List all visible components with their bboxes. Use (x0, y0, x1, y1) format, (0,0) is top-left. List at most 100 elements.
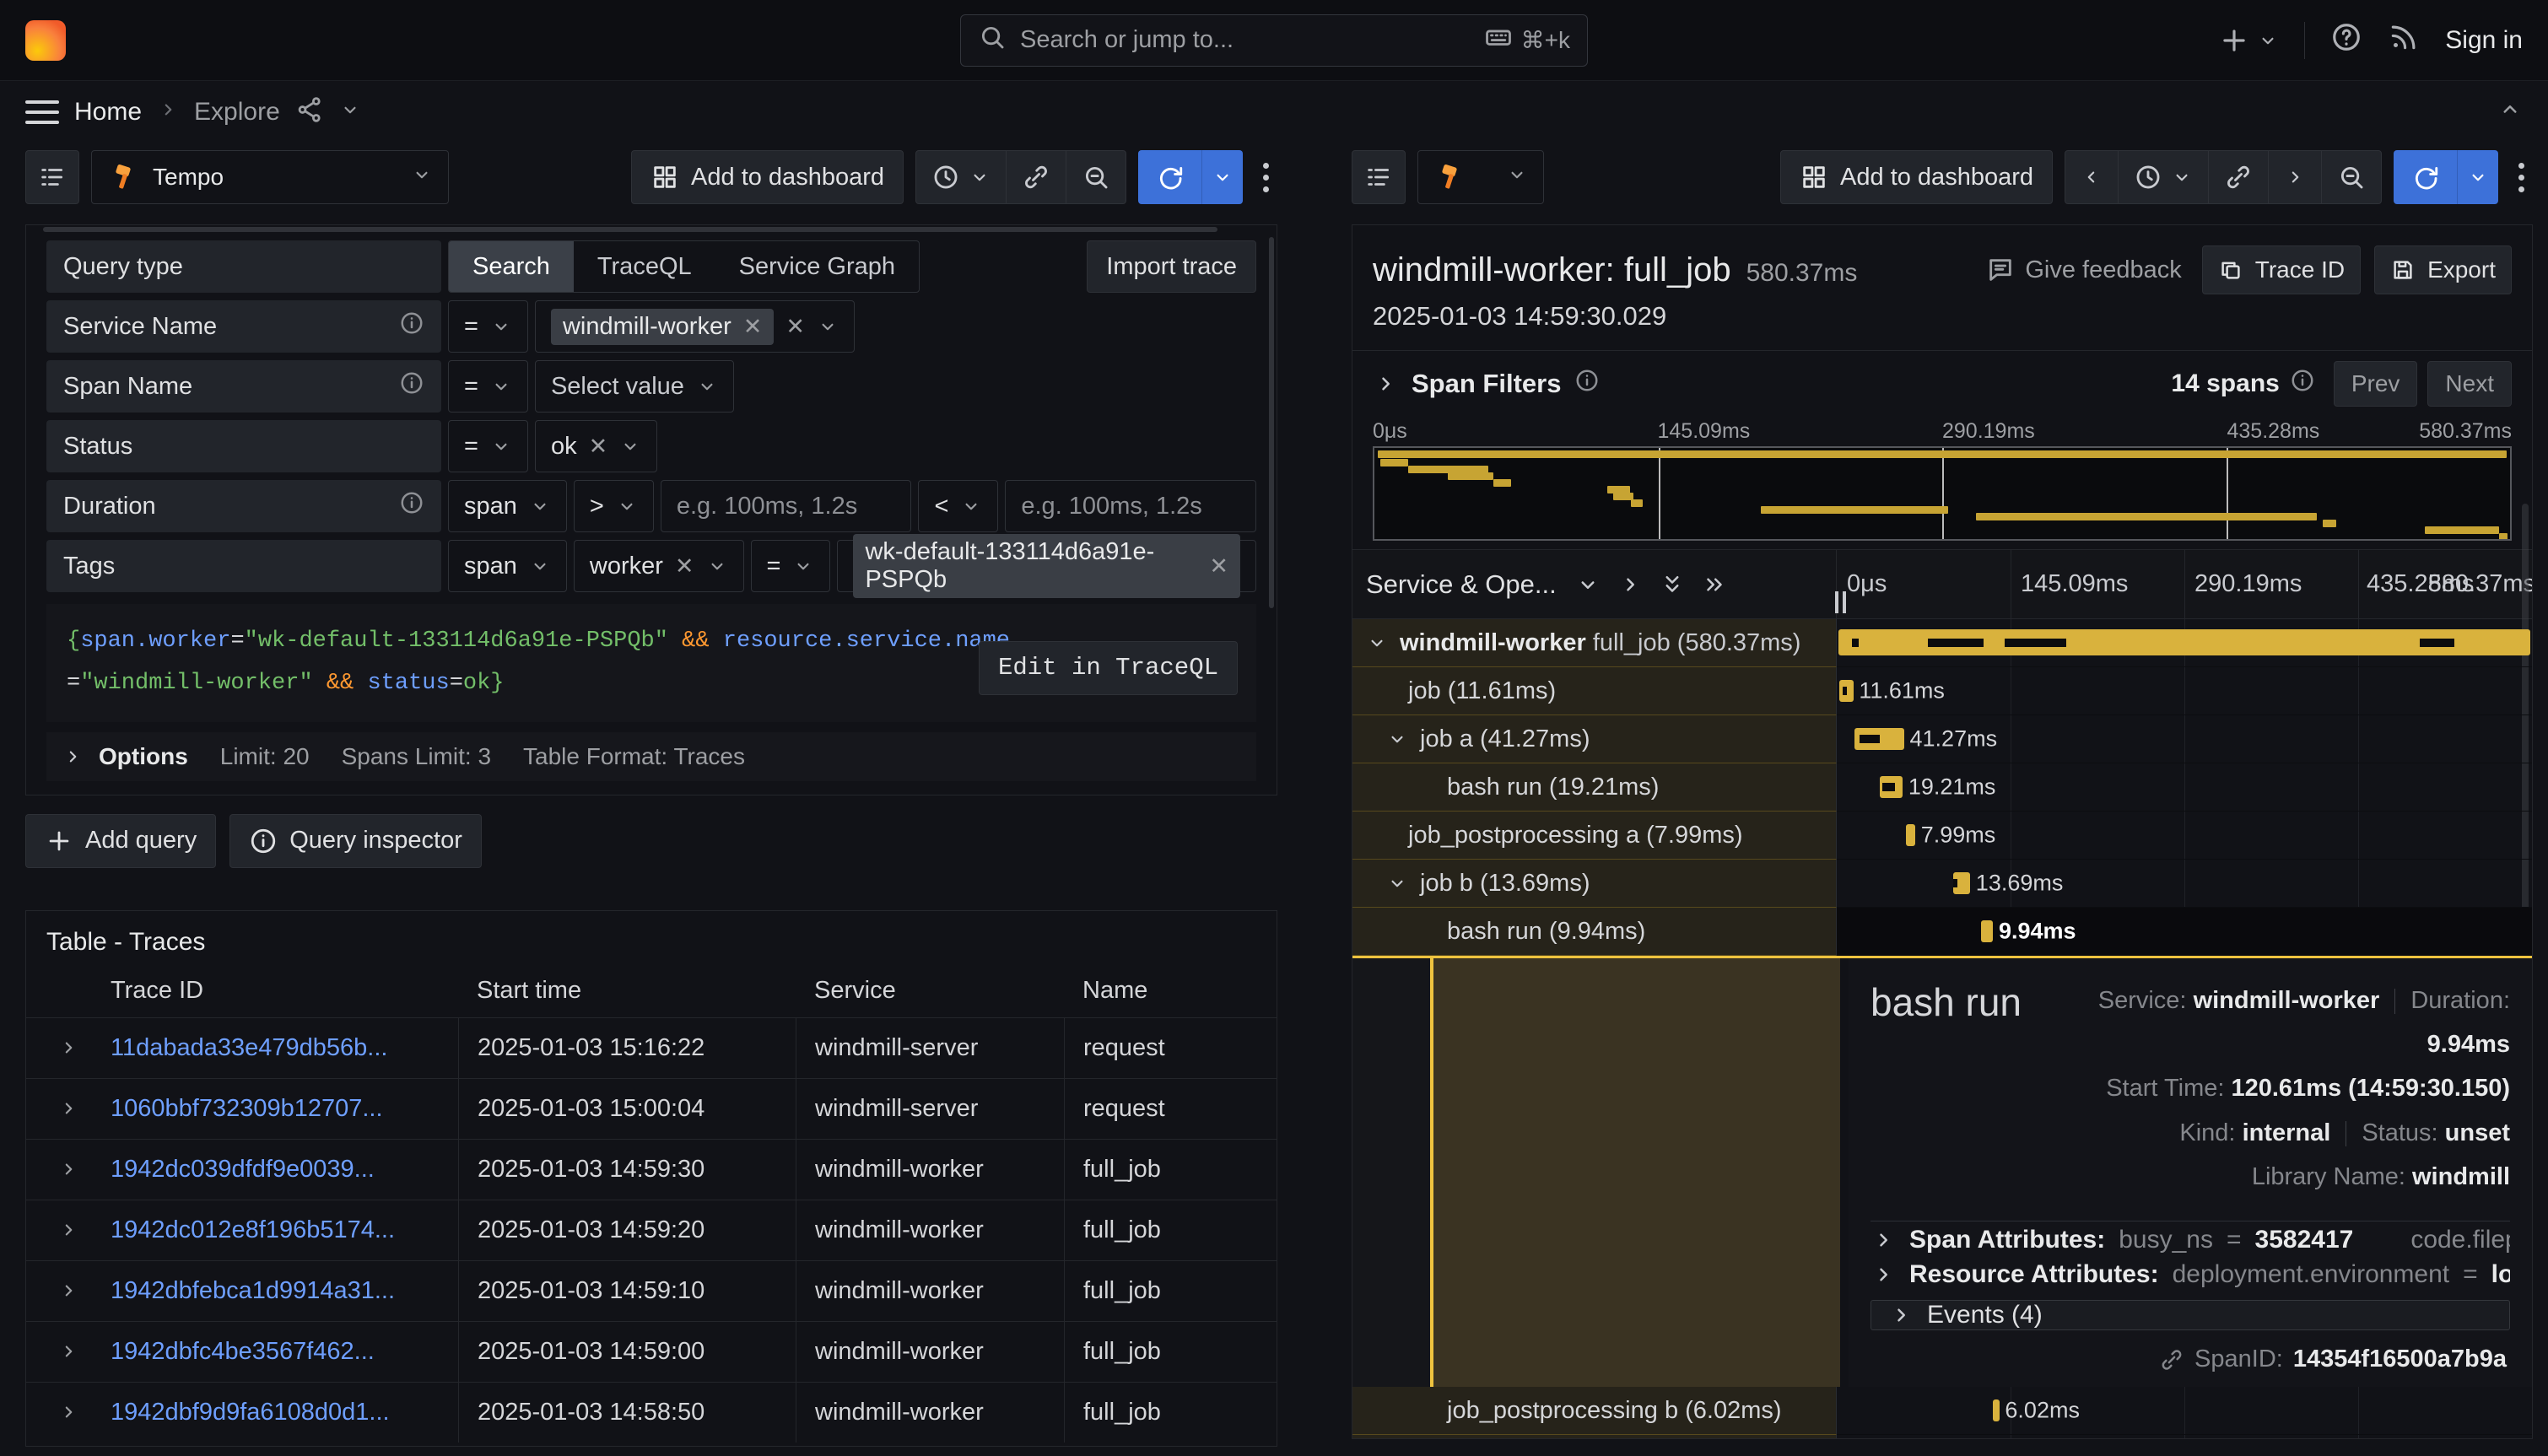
collapse-all-icon[interactable] (1660, 572, 1685, 597)
span-bar[interactable] (1906, 824, 1916, 846)
span-name-value-select[interactable]: Select value (535, 360, 734, 413)
tab-search[interactable]: Search (449, 241, 574, 292)
span-row-job-a[interactable]: job a (41.27ms) 41.27ms (1352, 715, 2532, 763)
remove-icon[interactable]: ✕ (589, 434, 608, 460)
trace-id-link[interactable]: 1942dc039dfdf9e0039... (111, 1156, 375, 1183)
chevron-down-icon[interactable] (1386, 728, 1408, 750)
status-op-select[interactable]: = (448, 420, 528, 472)
col-trace-id[interactable]: Trace ID (111, 977, 458, 1005)
table-row[interactable]: 11dabada33e479db56b... 2025-01-03 15:16:… (26, 1017, 1277, 1078)
minimap-canvas[interactable] (1373, 446, 2512, 541)
service-name-chip[interactable]: windmill-worker✕ (551, 309, 774, 345)
table-row[interactable]: 1942dbf9d9fa6108d0d1... 2025-01-03 14:58… (26, 1382, 1277, 1443)
duration-gt-select[interactable]: > (574, 480, 654, 532)
col-start-time[interactable]: Start time (458, 977, 796, 1005)
time-picker-button[interactable] (916, 151, 1006, 203)
add-query-button[interactable]: Add query (25, 814, 216, 868)
run-query-button[interactable] (1138, 150, 1243, 204)
events-row[interactable]: Events (4) (1871, 1300, 2510, 1330)
horizontal-scrollbar[interactable] (43, 227, 1217, 232)
sign-in-link[interactable]: Sign in (2445, 26, 2523, 55)
share-icon[interactable] (295, 95, 324, 130)
service-operation-label[interactable]: Service & Ope... (1366, 569, 1557, 600)
datasource-picker[interactable] (1417, 150, 1544, 204)
span-bar[interactable] (1953, 872, 1970, 894)
options-row[interactable]: Options Limit: 20 Spans Limit: 3 Table F… (46, 732, 1256, 781)
news-icon[interactable] (2388, 21, 2420, 59)
zoom-out-button[interactable] (2321, 151, 2381, 203)
search-input[interactable]: Search or jump to... ⌘+k (960, 14, 1588, 67)
span-row-job-c[interactable]: job c (286.87ms) 286.87ms (1352, 1435, 2532, 1439)
duration-max-input[interactable]: e.g. 100ms, 1.2s (1005, 480, 1256, 532)
time-forward-button[interactable] (2268, 151, 2321, 203)
refresh-interval-dropdown[interactable] (1202, 150, 1243, 204)
table-row[interactable]: 1942dc012e8f196b5174... 2025-01-03 14:59… (26, 1200, 1277, 1260)
trace-id-link[interactable]: 1942dbfebca1d9914a31... (111, 1277, 395, 1304)
chevron-right-icon[interactable] (1373, 371, 1398, 396)
more-options-icon[interactable] (1255, 163, 1277, 192)
tab-service-graph[interactable]: Service Graph (715, 241, 919, 292)
give-feedback-link[interactable]: Give feedback (1986, 256, 2181, 284)
tags-scope-select[interactable]: span (448, 540, 567, 592)
expand-row-icon[interactable] (26, 1219, 111, 1241)
span-bar[interactable] (1838, 629, 2531, 655)
tags-key-select[interactable]: worker✕ (574, 540, 744, 592)
new-button[interactable] (2218, 24, 2279, 57)
duration-min-input[interactable]: e.g. 100ms, 1.2s (661, 480, 912, 532)
more-options-icon[interactable] (2510, 163, 2533, 192)
span-bar[interactable] (1981, 920, 1993, 942)
span-row-job-b[interactable]: job b (13.69ms) 13.69ms (1352, 860, 2532, 908)
refresh-interval-dropdown[interactable] (2458, 150, 2498, 204)
service-name-value-select[interactable]: windmill-worker✕ ✕ (535, 300, 855, 353)
span-name-op-select[interactable]: = (448, 360, 528, 413)
table-row[interactable]: 1060bbf732309b12707... 2025-01-03 15:00:… (26, 1078, 1277, 1139)
span-id-value[interactable]: 14354f16500a7b9a (2293, 1345, 2507, 1373)
expand-row-icon[interactable] (26, 1158, 111, 1180)
time-picker-button[interactable] (2118, 151, 2208, 203)
clear-icon[interactable]: ✕ (785, 314, 805, 340)
expand-row-icon[interactable] (26, 1401, 111, 1423)
remove-icon[interactable]: ✕ (675, 553, 694, 580)
datasource-picker[interactable]: Tempo (91, 150, 449, 204)
tags-value-chip[interactable]: wk-default-133114d6a91e-PSPQb✕ (853, 534, 1240, 598)
duration-scope-select[interactable]: span (448, 480, 567, 532)
trace-id-link[interactable]: 1942dbfc4be3567f462... (111, 1338, 375, 1365)
col-name[interactable]: Name (1064, 977, 1277, 1005)
import-trace-button[interactable]: Import trace (1087, 240, 1256, 293)
span-bar[interactable] (1854, 728, 1904, 750)
remove-icon[interactable]: ✕ (1209, 553, 1228, 580)
chevron-right-icon[interactable] (1617, 572, 1643, 597)
help-icon[interactable] (2330, 21, 2362, 59)
span-row-full-job[interactable]: windmill-worker full_job (580.37ms) (1352, 619, 2532, 667)
span-row-bash-run-a[interactable]: bash run (19.21ms) 19.21ms (1352, 763, 2532, 812)
outline-button[interactable] (1352, 150, 1406, 204)
zoom-out-button[interactable] (1066, 151, 1126, 203)
trace-id-link[interactable]: 1060bbf732309b12707... (111, 1095, 383, 1122)
span-attributes-row[interactable]: Span Attributes: busy_ns = 3582417 code.… (1871, 1223, 2510, 1258)
add-to-dashboard-button[interactable]: Add to dashboard (1780, 150, 2053, 204)
expand-row-icon[interactable] (26, 1340, 111, 1362)
refresh-icon[interactable] (1138, 150, 1202, 204)
duration-lt-select[interactable]: < (918, 480, 998, 532)
expand-row-icon[interactable] (26, 1097, 111, 1119)
table-row[interactable]: 1942dbfebca1d9914a31... 2025-01-03 14:59… (26, 1260, 1277, 1321)
query-inspector-button[interactable]: Query inspector (229, 814, 482, 868)
tags-op-select[interactable]: = (751, 540, 831, 592)
breadcrumb-home[interactable]: Home (74, 98, 142, 127)
expand-row-icon[interactable] (26, 1037, 111, 1059)
prev-button[interactable]: Prev (2334, 361, 2418, 407)
col-service[interactable]: Service (796, 977, 1064, 1005)
chevron-down-icon[interactable] (1386, 872, 1408, 894)
chevron-down-icon[interactable] (1366, 632, 1388, 654)
trace-id-link[interactable]: 11dabada33e479db56b... (111, 1034, 387, 1061)
span-bar[interactable] (1993, 1399, 2000, 1421)
copy-link-button[interactable] (2208, 151, 2268, 203)
table-row[interactable]: 1942dc039dfdf9e0039... 2025-01-03 14:59:… (26, 1139, 1277, 1200)
chevron-down-icon[interactable] (339, 99, 361, 127)
trace-id-link[interactable]: 1942dbf9d9fa6108d0d1... (111, 1399, 390, 1426)
span-row-job-postprocessing-a[interactable]: job_postprocessing a (7.99ms) 7.99ms (1352, 812, 2532, 860)
resource-attributes-row[interactable]: Resource Attributes: deployment.environm… (1871, 1257, 2510, 1292)
tags-value-select[interactable]: wk-default-133114d6a91e-PSPQb✕ (837, 540, 1256, 592)
add-to-dashboard-button[interactable]: Add to dashboard (631, 150, 904, 204)
time-back-button[interactable] (2065, 151, 2118, 203)
